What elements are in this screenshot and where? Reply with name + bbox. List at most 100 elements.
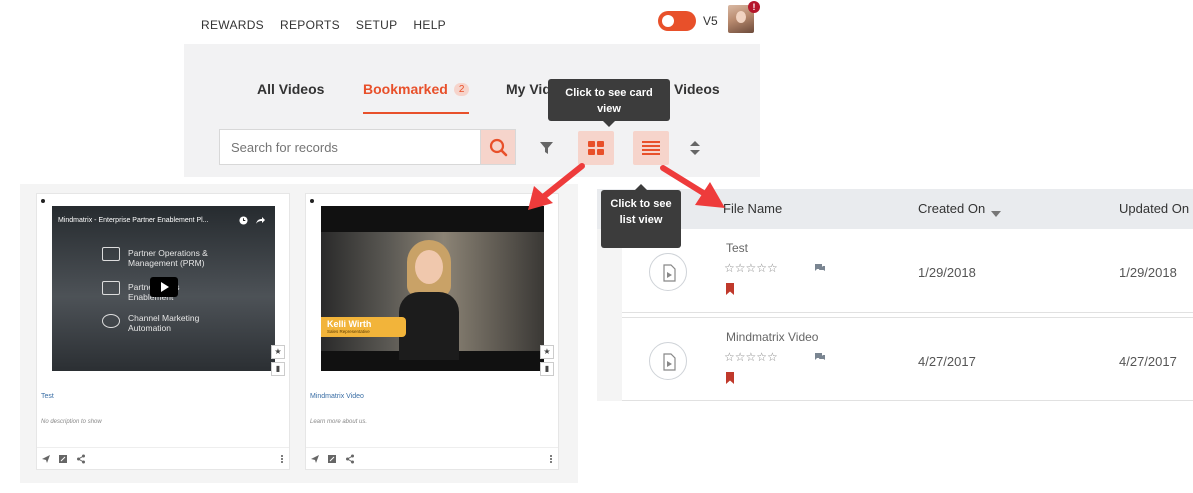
avatar[interactable]: !: [728, 1, 760, 33]
play-icon[interactable]: [150, 277, 178, 297]
thumbnail-row-text: Channel Marketing: [128, 313, 200, 323]
presenter-role: Sales Representative: [327, 329, 370, 334]
table-row[interactable]: Test ☆☆☆☆☆ 1/29/2018 1/29/2018: [622, 229, 1193, 313]
video-file-icon: [649, 253, 687, 291]
column-updated-on[interactable]: Updated On: [1119, 201, 1189, 216]
thumbnail-row-text: Management (PRM): [128, 258, 205, 268]
bookmark-icon[interactable]: [726, 283, 734, 295]
thumbnail-row-text: Automation: [128, 323, 171, 333]
send-icon[interactable]: [41, 454, 51, 464]
video-card[interactable]: Mindmatrix - Enterprise Partner Enableme…: [36, 193, 290, 470]
file-name[interactable]: Mindmatrix Video: [726, 330, 818, 344]
sort-icon: [690, 141, 700, 155]
column-file-name[interactable]: File Name: [723, 201, 782, 216]
version-toggle[interactable]: [658, 11, 696, 31]
chat-icon[interactable]: [814, 352, 826, 361]
share-arrow-icon: [256, 217, 265, 224]
menu-setup[interactable]: SETUP: [356, 18, 398, 32]
tab-all-videos[interactable]: All Videos: [257, 81, 324, 97]
card-title[interactable]: Test: [41, 393, 54, 400]
presenter-face: [415, 250, 443, 284]
menu-rewards[interactable]: REWARDS: [201, 18, 264, 32]
presenter-nametag: Kelli Wirth Sales Representative: [321, 317, 406, 337]
list-view-tooltip: Click to see list view: [601, 184, 681, 248]
card-view-icon: [588, 141, 604, 155]
tab-label: All Videos: [257, 81, 325, 97]
card-title[interactable]: Mindmatrix Video: [310, 393, 364, 400]
rating-icon[interactable]: ★: [540, 345, 554, 359]
card-view-panel: Mindmatrix - Enterprise Partner Enableme…: [20, 184, 578, 483]
filter-icon: [540, 142, 553, 154]
edit-icon[interactable]: [58, 454, 68, 464]
video-header-panel: All Videos Bookmarked 2 My Video Videos: [184, 44, 760, 177]
star-rating[interactable]: ☆☆☆☆☆: [724, 350, 778, 364]
edit-icon[interactable]: [327, 454, 337, 464]
card-dot: [310, 199, 314, 203]
card-side-icons: ★ ▮: [271, 345, 285, 379]
notification-badge[interactable]: !: [748, 1, 760, 13]
share-icon[interactable]: [76, 454, 86, 464]
bookmark-icon[interactable]: ▮: [271, 362, 285, 376]
main-menu: REWARDS REPORTS SETUP HELP: [201, 18, 446, 32]
list-header: File Name Created On Updated On: [597, 189, 1193, 229]
thumbnail-row-text: Partner Operations &: [128, 248, 208, 258]
card-view-tooltip: Click to see card view: [548, 79, 670, 127]
active-tab-indicator: [363, 112, 469, 114]
table-row[interactable]: Mindmatrix Video ☆☆☆☆☆ 4/27/2017 4/27/20…: [622, 317, 1193, 401]
version-label: V5: [703, 14, 718, 28]
column-created-on[interactable]: Created On: [918, 201, 985, 216]
filter-button[interactable]: [528, 131, 564, 165]
video-card[interactable]: Kelli Wirth Sales Representative ★ ▮ Min…: [305, 193, 559, 470]
video-thumbnail[interactable]: Mindmatrix - Enterprise Partner Enableme…: [52, 206, 275, 371]
file-name[interactable]: Test: [726, 241, 748, 255]
list-view-panel: File Name Created On Updated On Test ☆☆☆…: [597, 184, 1193, 404]
search-input[interactable]: [219, 129, 480, 165]
updated-date: 1/29/2018: [1119, 265, 1177, 280]
bookmark-icon[interactable]: [726, 372, 734, 384]
video-tabs: All Videos Bookmarked 2 My Video Videos: [184, 44, 760, 116]
search-icon: [489, 138, 508, 157]
presenter-name: Kelli Wirth: [327, 319, 372, 329]
row-gutter: [597, 229, 622, 401]
star-rating[interactable]: ☆☆☆☆☆: [724, 261, 778, 275]
search-button[interactable]: [480, 129, 516, 165]
presenter-body: [399, 292, 459, 360]
clock-icon: [239, 216, 248, 225]
list-view-icon: [642, 141, 660, 155]
updated-date: 4/27/2017: [1119, 354, 1177, 369]
list-view-button[interactable]: [633, 131, 669, 165]
sort-button[interactable]: [677, 131, 713, 165]
chat-icon[interactable]: [814, 263, 826, 272]
top-nav: REWARDS REPORTS SETUP HELP V5 !: [184, 0, 760, 44]
card-description: No description to show: [41, 419, 102, 425]
menu-reports[interactable]: REPORTS: [280, 18, 340, 32]
prm-icon: [102, 247, 120, 261]
avatar-face: [736, 11, 746, 23]
video-thumbnail[interactable]: Kelli Wirth Sales Representative: [321, 206, 544, 371]
sort-desc-icon[interactable]: [991, 211, 1001, 217]
tab-label: Videos: [674, 81, 720, 97]
tab-other-videos[interactable]: Videos: [674, 81, 720, 97]
menu-help[interactable]: HELP: [413, 18, 446, 32]
created-date: 4/27/2017: [918, 354, 976, 369]
card-view-button[interactable]: [578, 131, 614, 165]
card-footer: [306, 447, 558, 469]
thumbnail-title: Mindmatrix - Enterprise Partner Enableme…: [58, 217, 209, 224]
rating-icon[interactable]: ★: [271, 345, 285, 359]
share-icon[interactable]: [345, 454, 355, 464]
send-icon[interactable]: [310, 454, 320, 464]
card-side-icons: ★ ▮: [540, 345, 554, 379]
more-icon[interactable]: [277, 454, 287, 464]
card-dot: [41, 199, 45, 203]
chart-icon: [102, 281, 120, 295]
tab-bookmarked[interactable]: Bookmarked 2: [363, 81, 470, 97]
more-icon[interactable]: [546, 454, 556, 464]
bookmarked-count-badge: 2: [453, 83, 470, 96]
presenter-image: [399, 240, 459, 360]
created-date: 1/29/2018: [918, 265, 976, 280]
video-file-icon: [649, 342, 687, 380]
card-footer: [37, 447, 289, 469]
card-description: Learn more about us.: [310, 419, 368, 425]
tab-label: Bookmarked: [363, 81, 448, 97]
bookmark-icon[interactable]: ▮: [540, 362, 554, 376]
